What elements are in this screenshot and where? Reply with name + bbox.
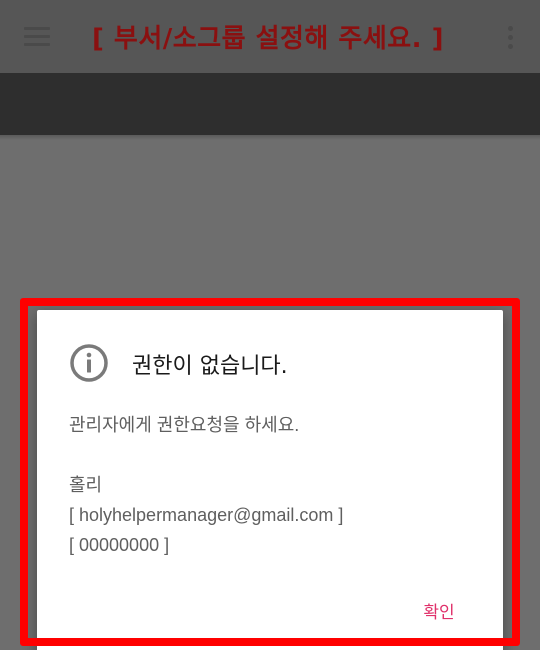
confirm-button[interactable]: 확인: [407, 592, 471, 628]
sub-toolbar: [0, 73, 540, 135]
message-line-email: [ holyhelpermanager@gmail.com ]: [69, 505, 344, 525]
message-line-name: 홀리: [69, 475, 103, 495]
toolbar-shadow: [0, 135, 540, 140]
dialog-title: 권한이 없습니다.: [132, 354, 288, 379]
message-line-request: 관리자에게 권한요청을 하세요.: [69, 415, 300, 435]
info-icon: [70, 344, 108, 382]
app-title: [ 부서/소그룹 설정해 주세요. ]: [92, 24, 444, 54]
dialog-message: 관리자에게 권한요청을 하세요. 홀리 [ holyhelpermanager@…: [69, 410, 479, 560]
message-spacer: [69, 440, 479, 470]
more-vertical-icon[interactable]: [506, 26, 514, 50]
permission-dialog: 권한이 없습니다. 관리자에게 권한요청을 하세요. 홀리 [ holyhelp…: [37, 310, 503, 650]
screen: [ 부서/소그룹 설정해 주세요. ] 권한이 없습니다. 관리자에게 권한요청…: [0, 0, 540, 650]
message-line-code: [ 00000000 ]: [69, 535, 170, 555]
app-bar: [ 부서/소그룹 설정해 주세요. ]: [0, 0, 540, 73]
hamburger-menu-icon[interactable]: [24, 27, 50, 47]
